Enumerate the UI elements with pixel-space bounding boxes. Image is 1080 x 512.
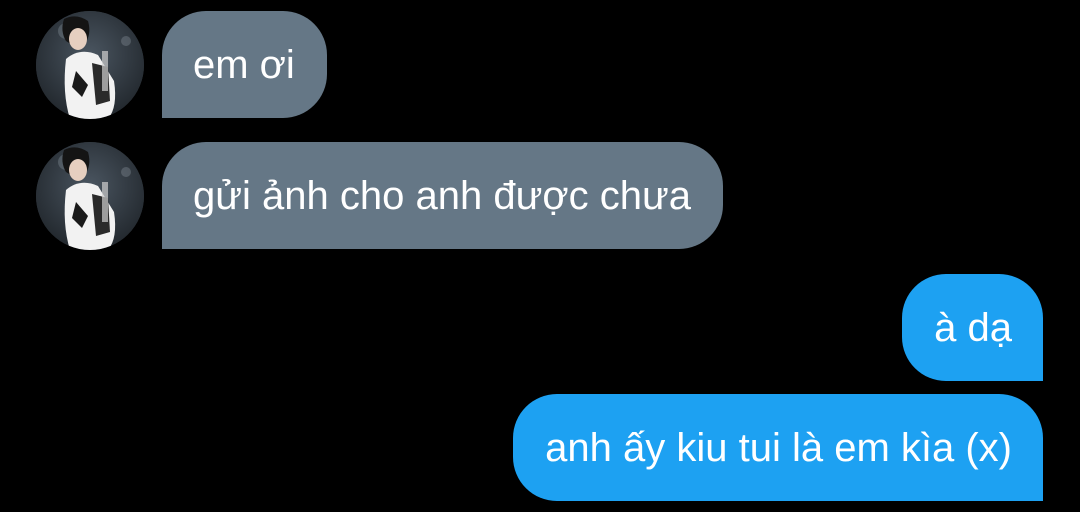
incoming-message-bubble[interactable]: em ơi [162, 11, 327, 118]
message-text: em ơi [193, 42, 295, 87]
profile-photo-icon [36, 142, 144, 250]
outgoing-message-bubble[interactable]: à dạ [902, 274, 1043, 381]
conversation-view: em ơi gửi ảnh cho anh được chưa à dạ anh… [0, 0, 1080, 512]
incoming-message-bubble[interactable]: gửi ảnh cho anh được chưa [162, 142, 723, 249]
message-text: anh ấy kiu tui là em kìa (x) [545, 425, 1012, 470]
profile-photo-icon [36, 11, 144, 119]
message-text: gửi ảnh cho anh được chưa [193, 173, 691, 218]
message-text: à dạ [934, 305, 1012, 350]
sender-avatar[interactable] [36, 11, 144, 119]
outgoing-message-bubble[interactable]: anh ấy kiu tui là em kìa (x) [513, 394, 1043, 501]
sender-avatar[interactable] [36, 142, 144, 250]
